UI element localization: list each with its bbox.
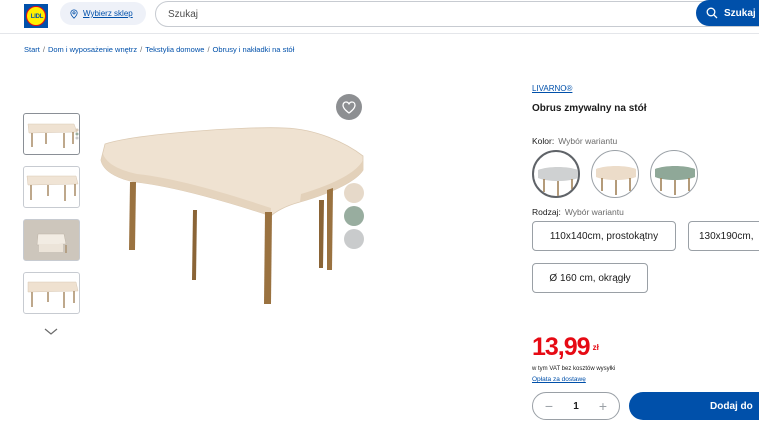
breadcrumb-item[interactable]: Obrusy i nakładki na stół: [213, 45, 295, 54]
color-hint: Wybór wariantu: [558, 136, 618, 146]
color-swatch-grey[interactable]: [532, 150, 580, 198]
price-currency: zł: [592, 343, 599, 352]
chevron-down-icon[interactable]: [44, 328, 58, 336]
size-hint: Wybór wariantu: [564, 207, 624, 217]
thumbnail-4[interactable]: [23, 272, 80, 314]
brand-link[interactable]: LIVARNO®: [532, 84, 572, 93]
logo-ring: LIDL: [26, 6, 46, 26]
search-icon: [706, 7, 718, 19]
table-thumbnail-image: [24, 220, 79, 260]
swatch-beige-image: [596, 166, 636, 195]
table-thumbnail-image: [26, 175, 79, 201]
color-swatch-beige[interactable]: [591, 150, 639, 198]
increase-quantity-button[interactable]: +: [595, 398, 611, 414]
size-option-110x140[interactable]: 110x140cm, prostokątny: [532, 221, 676, 251]
select-store-button[interactable]: Wybierz sklep: [60, 2, 146, 25]
price-amount: 13,99: [532, 333, 591, 361]
color-swatch-green[interactable]: [650, 150, 698, 198]
decrease-quantity-button[interactable]: −: [541, 398, 557, 414]
table-thumbnail-image: [27, 281, 79, 308]
size-label: Rodzaj:: [532, 207, 561, 217]
thumbnail-list: [23, 113, 81, 325]
breadcrumb-item[interactable]: Start: [24, 45, 40, 54]
breadcrumb-item[interactable]: Tekstylia domowe: [145, 45, 204, 54]
color-variant-label: Kolor: Wybór wariantu: [532, 136, 617, 146]
lidl-logo[interactable]: LIDL: [24, 4, 48, 28]
logo-text: LIDL: [30, 14, 44, 20]
search-button-label: Szukaj: [724, 7, 756, 19]
breadcrumb-separator: /: [207, 45, 210, 54]
thumbnail-1[interactable]: [23, 113, 80, 155]
size-option-round-160[interactable]: Ø 160 cm, okrągły: [532, 263, 648, 293]
search-box: [155, 1, 759, 27]
thumbnail-3[interactable]: [23, 219, 80, 261]
price: 13,99 zł: [532, 333, 599, 361]
quantity-stepper: − 1 +: [532, 392, 620, 420]
location-pin-icon: [70, 8, 78, 19]
search-button[interactable]: Szukaj: [696, 0, 759, 26]
breadcrumb-separator: /: [42, 45, 45, 54]
color-label: Kolor:: [532, 136, 555, 146]
size-option-130x190[interactable]: 130x190cm,: [688, 221, 759, 251]
breadcrumb-separator: /: [140, 45, 143, 54]
color-dot-beige: [344, 183, 364, 203]
product-title: Obrus zmywalny na stół: [532, 103, 647, 114]
product-main-image[interactable]: [95, 120, 375, 310]
shipping-cost-link[interactable]: Opłata za dostawę: [532, 376, 586, 383]
color-dot-grey: [344, 229, 364, 249]
favorite-button[interactable]: [336, 94, 362, 120]
color-dot-green: [344, 206, 364, 226]
quantity-value[interactable]: 1: [573, 401, 579, 412]
breadcrumb-item[interactable]: Dom i wyposażenie wnętrz: [48, 45, 137, 54]
size-variant-label: Rodzaj: Wybór wariantu: [532, 207, 624, 217]
header: LIDL Wybierz sklep Szukaj: [0, 0, 759, 34]
breadcrumb: Start / Dom i wyposażenie wnętrz / Tekstylia…: [24, 45, 294, 54]
table-thumbnail-image: [27, 123, 79, 148]
swatch-grey-image: [538, 167, 578, 196]
swatch-green-image: [655, 166, 695, 195]
add-to-cart-button[interactable]: Dodaj do: [629, 392, 759, 420]
thumbnail-2[interactable]: [23, 166, 80, 208]
add-to-cart-label: Dodaj do: [710, 400, 753, 412]
vat-note: w tym VAT bez kosztów wysyłki: [532, 366, 616, 372]
heart-icon: [342, 100, 356, 114]
search-input[interactable]: [168, 7, 568, 21]
select-store-label: Wybierz sklep: [83, 9, 133, 18]
